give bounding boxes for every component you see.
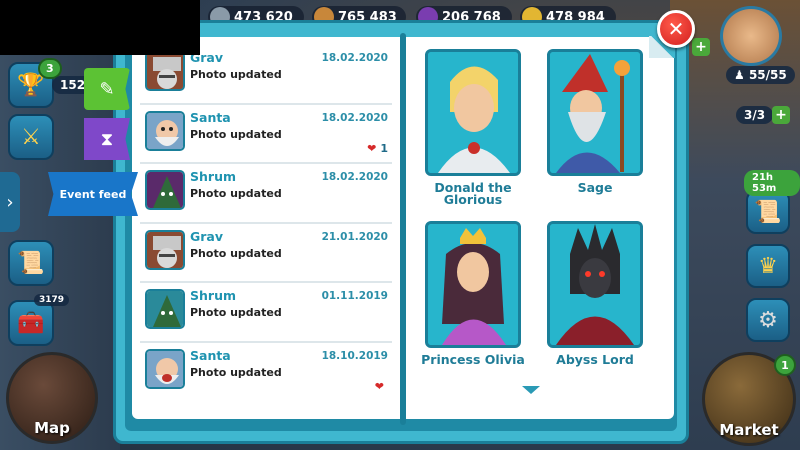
knight-portrait-icon: [428, 52, 518, 173]
sword-icon: ⚔: [21, 124, 41, 150]
chevron-right-icon: ›: [6, 191, 14, 213]
hero-portrait[interactable]: [425, 49, 521, 176]
santa-avatar-icon: [147, 350, 183, 387]
hourglass-icon: ⧗: [100, 128, 114, 150]
feed-item[interactable]: Santa 18.02.2020 Photo updated ❤ 1: [140, 105, 392, 164]
heart-icon: ❤: [374, 379, 384, 393]
princess-portrait-icon: [428, 224, 518, 345]
goblin-timer: 21h 53m: [744, 170, 800, 196]
feed-date: 18.10.2019: [321, 349, 388, 362]
avatar[interactable]: [145, 170, 185, 210]
chest-count: 3179: [34, 294, 70, 306]
demon-portrait-icon: [550, 224, 640, 345]
feed-author[interactable]: Santa: [190, 110, 231, 125]
feed-item[interactable]: Shrum 01.11.2019 Photo updated: [140, 283, 392, 343]
grav-avatar-icon: [147, 53, 183, 89]
add-hero-button[interactable]: +: [692, 38, 710, 56]
tab-event-feed-label: Event feed: [59, 187, 127, 201]
feed-author[interactable]: Grav: [190, 229, 223, 244]
redacted-area: [0, 0, 200, 55]
avatar[interactable]: [145, 289, 185, 329]
shrum-avatar-icon: [147, 172, 183, 208]
feed-author[interactable]: Shrum: [190, 169, 236, 184]
feed-like-count: 1: [380, 141, 388, 155]
feed-message: Photo updated: [190, 187, 282, 200]
hero-name: Donald the Glorious: [434, 180, 512, 207]
shrum-avatar-icon: [147, 291, 183, 327]
grav-avatar-icon: [147, 231, 183, 268]
tab-event-feed[interactable]: Event feed: [48, 172, 138, 216]
hero-card[interactable]: Sage: [542, 49, 648, 194]
hero-portrait[interactable]: [425, 221, 521, 348]
feed-item[interactable]: Santa 18.10.2019 Photo updated ❤: [140, 343, 392, 403]
hero-card[interactable]: Princess Olivia: [420, 221, 526, 366]
feed-message: Photo updated: [190, 127, 282, 141]
feed-date: 21.01.2020: [321, 230, 388, 243]
feed-item[interactable]: Shrum 18.02.2020 Photo updated: [140, 164, 392, 224]
note-icon: ✎: [99, 78, 115, 100]
close-icon: ✕: [667, 17, 685, 41]
hero-portrait[interactable]: [547, 221, 643, 348]
population-value: 55/55: [748, 68, 787, 82]
feed-likes[interactable]: ❤ 1: [367, 142, 388, 155]
player-avatar[interactable]: [720, 6, 782, 66]
feed-date: 01.11.2019: [321, 290, 388, 302]
wizard-portrait-icon: [550, 52, 640, 173]
scroll-down-arrow-icon[interactable]: [522, 386, 540, 394]
map-label: Map: [34, 419, 70, 437]
population-counter: ♟ 55/55: [726, 66, 795, 84]
gear-icon: ⚙: [758, 307, 778, 333]
chest-icon: 🧰: [17, 310, 45, 336]
hero-card[interactable]: Abyss Lord: [542, 221, 648, 366]
feed-likes[interactable]: ❤: [375, 380, 388, 393]
person-icon: ♟: [734, 68, 745, 82]
scroll-icon: 📜: [754, 199, 782, 225]
tab-timer[interactable]: ⧗: [84, 118, 130, 160]
avatar[interactable]: [145, 51, 185, 91]
feed-author[interactable]: Santa: [190, 348, 231, 363]
quest-button[interactable]: 📜: [8, 240, 54, 286]
add-slot-button[interactable]: +: [772, 106, 790, 124]
market-badge: 1: [774, 354, 796, 376]
crown-icon: ♛: [758, 253, 778, 279]
feed-date: 18.02.2020: [321, 111, 388, 124]
avatar[interactable]: [145, 229, 185, 270]
avatar[interactable]: [145, 110, 185, 151]
hero-name: Princess Olivia: [421, 352, 525, 367]
tab-notes[interactable]: ✎: [84, 68, 130, 110]
event-feed-list[interactable]: Grav 18.02.2020 Photo updated Santa 18.0…: [140, 45, 392, 402]
feed-message: Photo updated: [190, 365, 282, 379]
feed-item[interactable]: Grav 21.01.2020 Photo updated: [140, 224, 392, 283]
slots-counter: 3/3: [736, 106, 774, 124]
hero-name: Abyss Lord: [556, 352, 634, 367]
feed-message: Photo updated: [190, 68, 282, 81]
heart-icon: ❤: [367, 141, 377, 155]
feed-author[interactable]: Shrum: [190, 288, 236, 303]
expand-left-button[interactable]: ›: [0, 172, 20, 232]
hero-name: Sage: [577, 180, 613, 195]
hero-card[interactable]: Donald the Glorious: [420, 49, 526, 206]
close-button[interactable]: ✕: [657, 10, 695, 48]
sword-button[interactable]: ⚔: [8, 114, 54, 160]
event-book: Grav 18.02.2020 Photo updated Santa 18.0…: [113, 20, 689, 444]
santa-avatar-icon: [147, 112, 183, 149]
settings-button[interactable]: ⚙: [746, 298, 790, 342]
scroll-button[interactable]: 📜: [746, 190, 790, 234]
scroll-icon: 📜: [17, 250, 45, 276]
feed-date: 18.02.2020: [321, 52, 388, 64]
crown-button[interactable]: ♛: [746, 244, 790, 288]
feed-message: Photo updated: [190, 306, 282, 319]
feed-date: 18.02.2020: [321, 171, 388, 183]
map-button[interactable]: Map: [6, 352, 98, 444]
market-label: Market: [719, 421, 779, 439]
hero-portrait[interactable]: [547, 49, 643, 176]
avatar[interactable]: [145, 348, 185, 389]
feed-message: Photo updated: [190, 246, 282, 260]
chest-button[interactable]: 🧰: [8, 300, 54, 346]
